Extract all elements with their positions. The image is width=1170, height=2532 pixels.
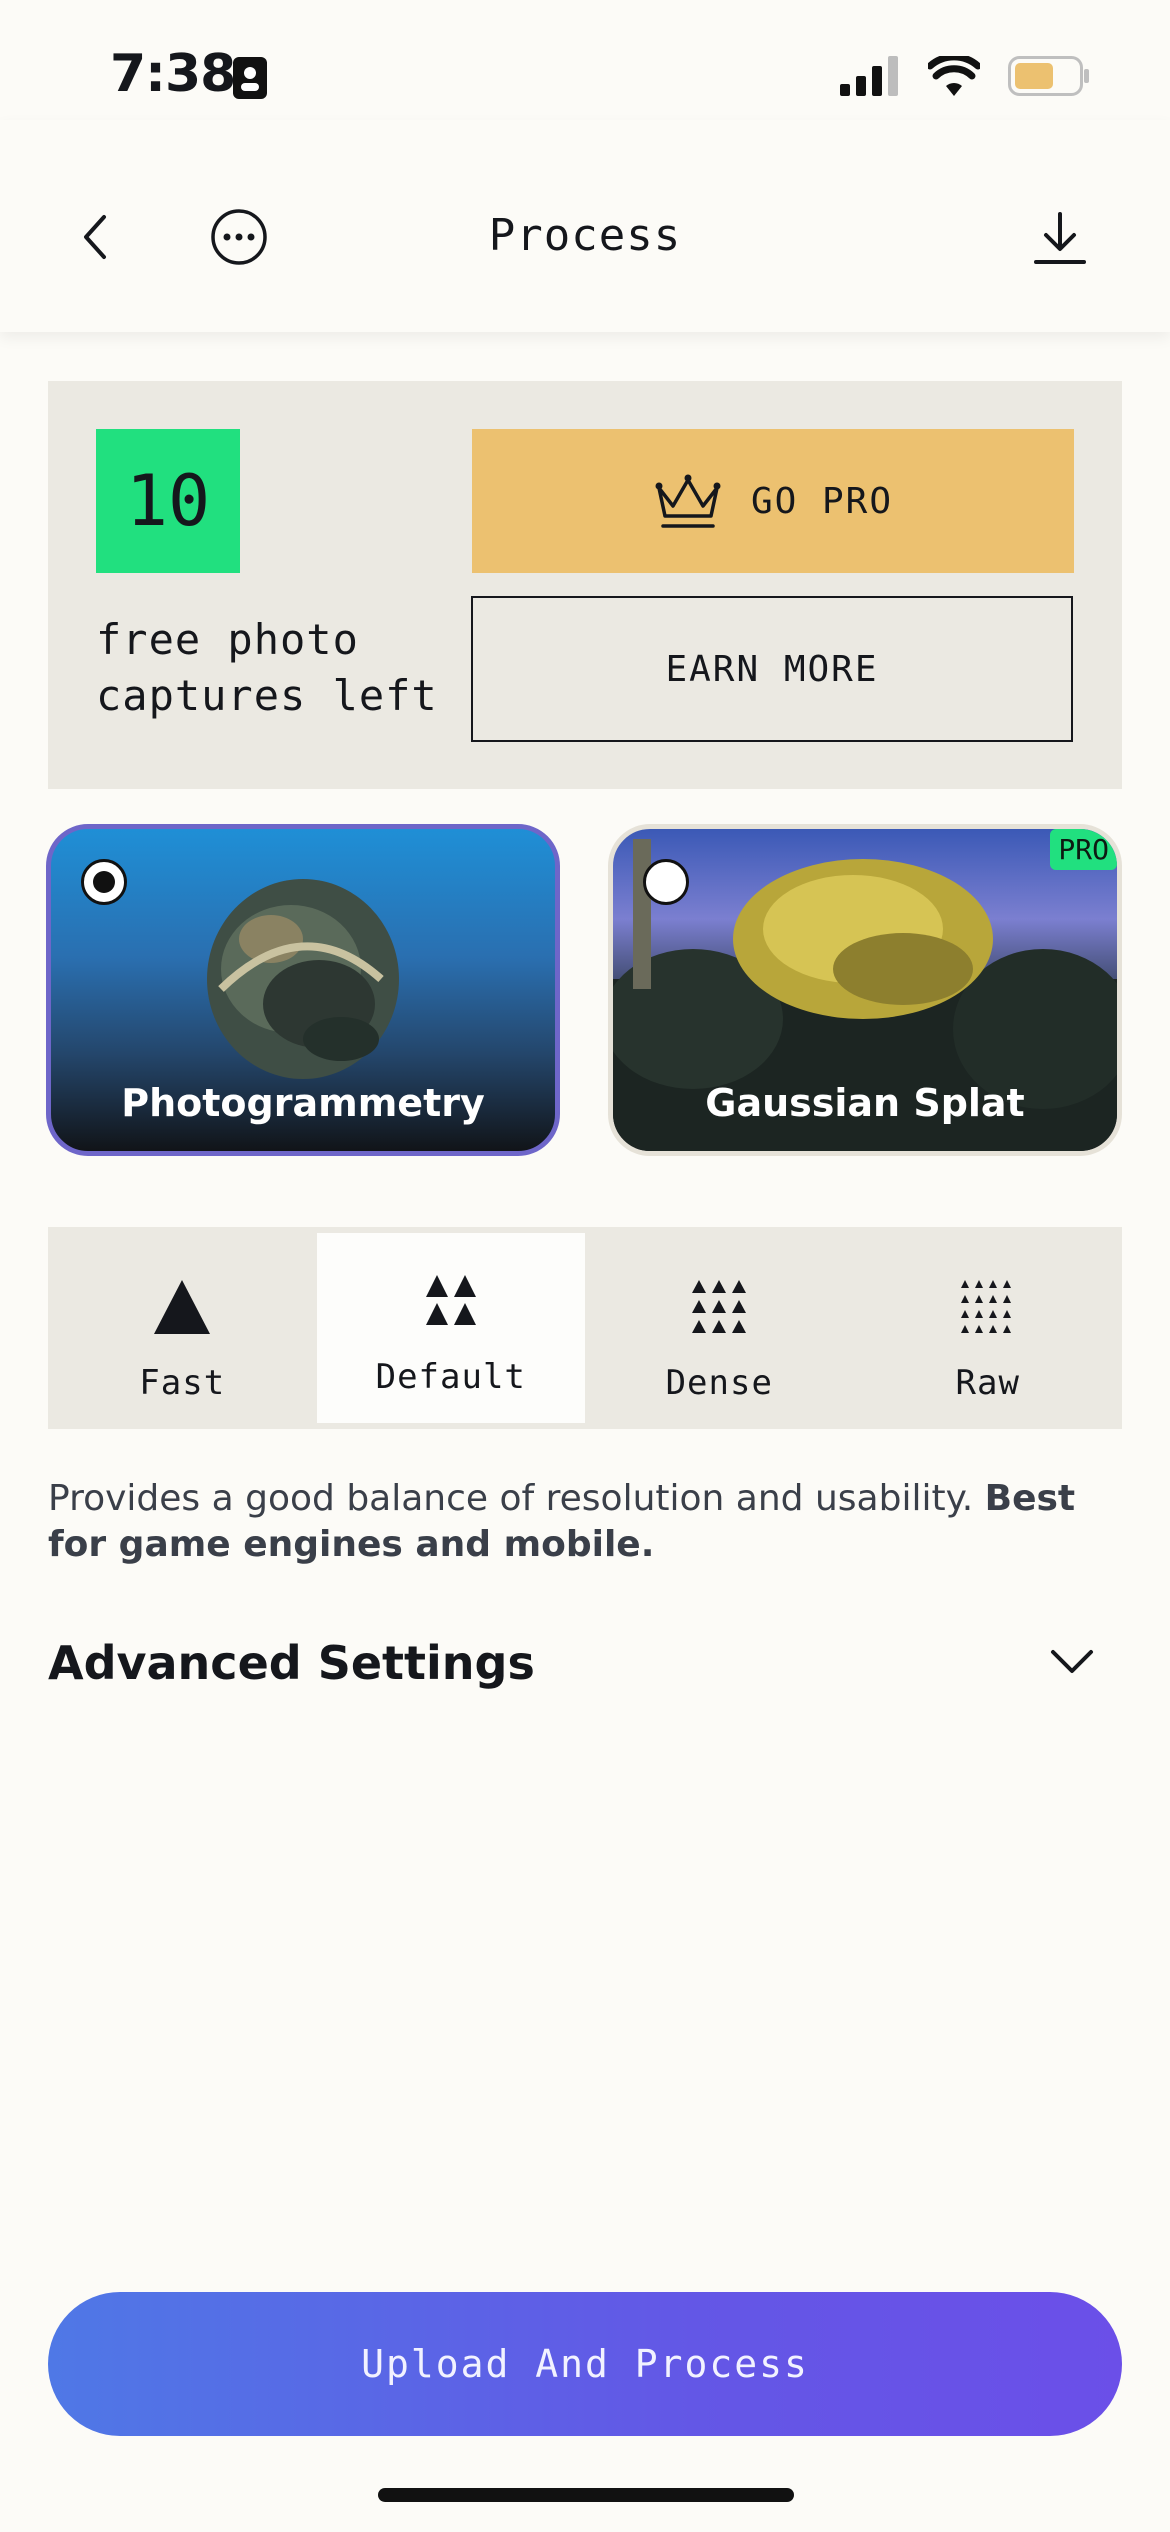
wifi-icon: [928, 56, 980, 96]
cellular-signal-icon: [840, 56, 898, 96]
battery-icon: [1008, 56, 1089, 96]
quality-option-default[interactable]: Default: [316, 1233, 585, 1423]
single-triangle-icon: [152, 1277, 212, 1337]
crown-icon: [655, 474, 721, 528]
upload-and-process-button[interactable]: Upload And Process: [48, 2292, 1122, 2436]
quality-option-fast[interactable]: Fast: [48, 1227, 317, 1429]
free-captures-text: free photo captures left: [96, 615, 438, 720]
go-pro-button[interactable]: GO PRO: [472, 429, 1074, 573]
quality-option-raw[interactable]: Raw: [854, 1227, 1123, 1429]
radio-photogrammetry[interactable]: [81, 859, 127, 905]
mode-label-gaussian-splat: Gaussian Splat: [705, 1081, 1025, 1125]
quality-label-dense: Dense: [665, 1363, 773, 1403]
quality-selector: Fast Default Dense Raw: [48, 1227, 1122, 1429]
page-title: Process: [488, 210, 682, 261]
quality-option-dense[interactable]: Dense: [585, 1227, 854, 1429]
description-text: Provides a good balance of resolution an…: [48, 1478, 985, 1519]
quality-label-default: Default: [375, 1357, 526, 1397]
status-icons: [840, 56, 1090, 96]
quality-description: Provides a good balance of resolution an…: [48, 1476, 1122, 1568]
mode-label-photogrammetry: Photogrammetry: [121, 1081, 485, 1125]
upload-label: Upload And Process: [361, 2342, 809, 2386]
pro-badge: PRO: [1050, 829, 1117, 870]
go-pro-label: GO PRO: [750, 480, 894, 522]
earn-more-button[interactable]: EARN MORE: [471, 596, 1073, 742]
chevron-down-icon[interactable]: [1050, 1648, 1094, 1681]
status-time: 7:38: [110, 44, 236, 104]
download-button[interactable]: [1032, 210, 1088, 271]
many-triangles-icon: [960, 1277, 1015, 1337]
download-icon: [1034, 212, 1086, 264]
quality-label-raw: Raw: [955, 1363, 1020, 1403]
advanced-settings-toggle[interactable]: Advanced Settings: [48, 1636, 535, 1690]
mode-card-photogrammetry[interactable]: Photogrammetry: [46, 824, 560, 1156]
nine-triangles-icon: [692, 1277, 747, 1337]
radio-gaussian-splat[interactable]: [643, 859, 689, 905]
home-indicator: [378, 2488, 794, 2502]
mode-card-gaussian-splat[interactable]: PRO Gaussian Splat: [608, 824, 1122, 1156]
quality-label-fast: Fast: [139, 1363, 226, 1403]
contact-card-icon: [232, 56, 268, 105]
earn-more-label: EARN MORE: [665, 648, 879, 690]
captures-count-badge: 10: [96, 429, 240, 573]
four-triangles-icon: [424, 1271, 478, 1331]
